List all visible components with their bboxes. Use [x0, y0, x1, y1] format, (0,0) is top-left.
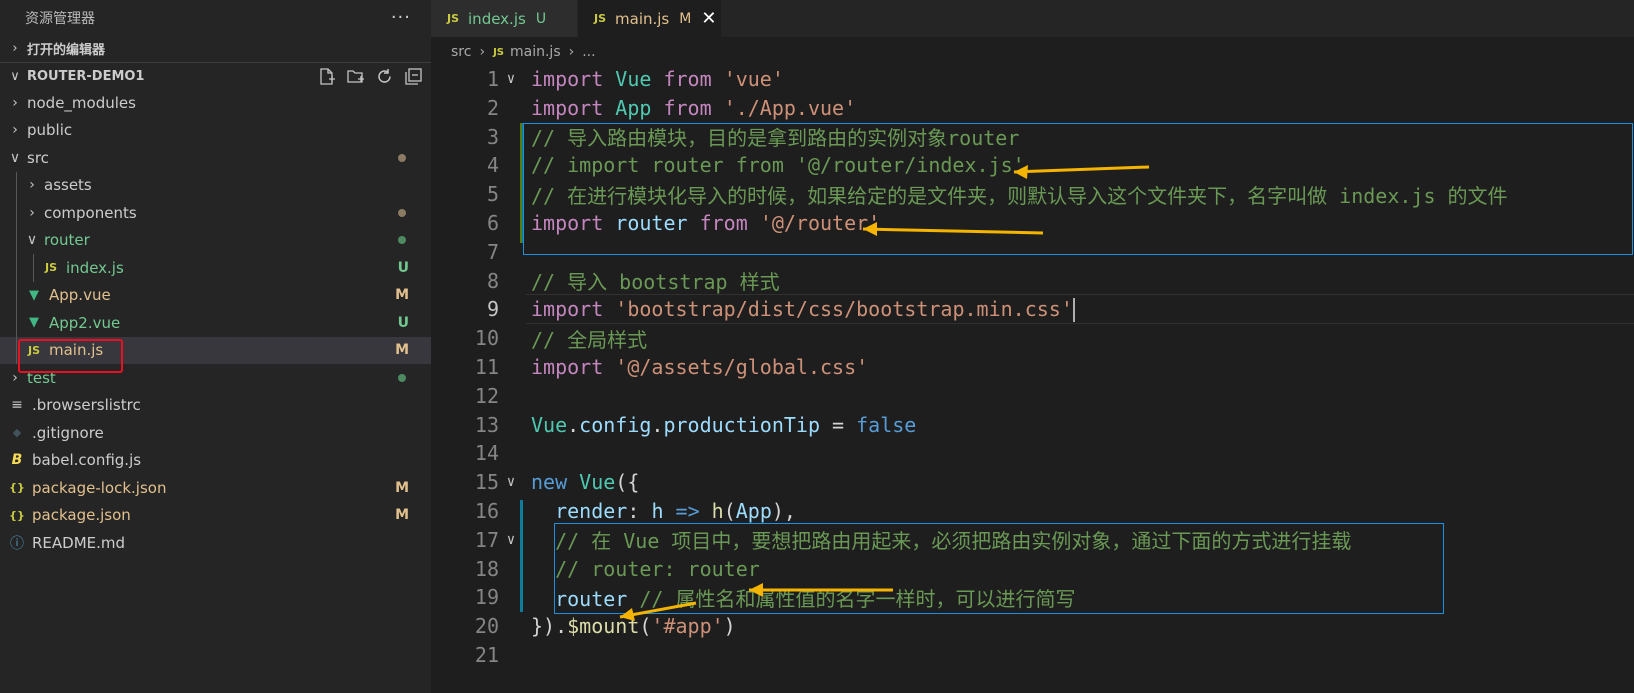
more-actions-icon[interactable]: ··· [391, 7, 411, 28]
explorer-header: 资源管理器 ··· [0, 0, 431, 35]
refresh-icon[interactable] [375, 67, 394, 86]
chevron-down-icon: ∨ [10, 68, 20, 84]
vue-file-icon: ▼ [29, 287, 39, 303]
babel-file-icon: B [11, 452, 23, 469]
info-file-icon: ⓘ [10, 535, 24, 552]
git-status-badge: U [397, 259, 409, 276]
tree-item-components[interactable]: › components [0, 199, 431, 227]
git-file-icon: ◆ [12, 426, 22, 440]
chevron-right-icon: › [12, 122, 18, 139]
tree-item-label: src [27, 148, 49, 167]
open-editors-section[interactable]: › 打开的编辑器 [0, 35, 431, 62]
text-file-icon: ≡ [11, 397, 23, 414]
tree-item-browserslistrc[interactable]: ≡ .browserslistrc [0, 392, 431, 420]
tree-item-app-vue[interactable]: ▼ App.vue M [0, 282, 431, 310]
tree-item-babel-config-js[interactable]: Bbabel.config.js [0, 447, 431, 475]
git-status-badge: M [395, 342, 409, 359]
arrow-line-19 [619, 601, 697, 621]
tree-item-app2-vue[interactable]: ▼ App2.vue U [0, 309, 431, 337]
tree-item-label: router [44, 231, 90, 250]
tree-item-label: components [44, 203, 137, 222]
git-status-badge: U [397, 314, 409, 331]
tree-item-label: .gitignore [32, 423, 104, 442]
tree-item-label: package-lock.json [32, 478, 167, 497]
tree-item-label: .browserslistrc [32, 396, 141, 415]
tree-item-label: App.vue [49, 286, 111, 305]
tree-item-label: README.md [32, 533, 126, 552]
tree-item-public[interactable]: › public [0, 117, 431, 145]
editor-area: JS index.js U JS main.js M ✕ src › JS ma… [431, 0, 1634, 693]
new-folder-icon[interactable] [346, 67, 365, 86]
tree-item-gitignore[interactable]: ◆ .gitignore [0, 419, 431, 447]
json-file-icon: {} [9, 508, 25, 522]
json-file-icon: {} [9, 481, 25, 495]
tree-item-label: assets [44, 176, 92, 195]
tree-item-label: package.json [32, 506, 131, 525]
annotation-arrows [619, 165, 1150, 621]
tree-item-src[interactable]: ∨ src [0, 144, 431, 172]
git-status-dot [398, 236, 406, 245]
open-editors-label: 打开的编辑器 [27, 43, 106, 58]
js-file-icon: JS [44, 261, 57, 275]
arrow-line-4 [1013, 165, 1150, 179]
git-status-dot [398, 153, 406, 162]
git-status-dot [398, 208, 406, 217]
file-tree: › node_modules › public ∨ src › assets › componen… [0, 89, 431, 557]
collapse-all-icon[interactable] [404, 67, 423, 86]
explorer-title: 资源管理器 [25, 10, 95, 27]
tree-item-router[interactable]: ∨ router [0, 227, 431, 255]
chevron-down-icon: ∨ [26, 232, 38, 249]
tree-item-index-js[interactable]: JS index.js U [0, 254, 431, 282]
selection-highlight-box [18, 339, 123, 373]
tree-item-package-lock-json[interactable]: {} package-lock.json M [0, 474, 431, 502]
explorer-sidebar: 资源管理器 ··· › 打开的编辑器 ∨ ROUTER-DEMO1 › node_… [0, 0, 431, 693]
git-status-dot [398, 373, 406, 382]
new-file-icon[interactable] [317, 67, 336, 86]
tree-item-assets[interactable]: › assets [0, 172, 431, 200]
vue-file-icon: ▼ [29, 315, 39, 331]
project-section[interactable]: ∨ ROUTER-DEMO1 [0, 62, 431, 89]
git-status-badge: M [395, 479, 409, 496]
git-status-badge: M [395, 287, 409, 304]
tree-item-label: index.js [66, 258, 124, 277]
indent-guide [16, 171, 17, 364]
chevron-right-icon: › [29, 177, 35, 194]
tree-item-node-modules[interactable]: › node_modules [0, 89, 431, 117]
tree-item-package-json[interactable]: {} package.json M [0, 502, 431, 530]
chevron-down-icon: ∨ [9, 149, 21, 166]
tree-item-readme-md[interactable]: ⓘ README.md [0, 529, 431, 557]
tree-item-label: public [27, 121, 73, 140]
tree-item-label: node_modules [27, 93, 136, 112]
tree-item-label: App2.vue [49, 313, 121, 332]
explorer-actions [317, 67, 423, 86]
project-label: ROUTER-DEMO1 [27, 68, 145, 84]
arrow-line-18 [749, 583, 893, 597]
chevron-right-icon: › [12, 41, 18, 56]
git-status-badge: M [395, 507, 409, 524]
tree-item-label: babel.config.js [32, 451, 142, 470]
chevron-right-icon: › [12, 94, 18, 111]
arrow-line-6 [862, 222, 1044, 236]
indent-guide [33, 254, 34, 282]
chevron-right-icon: › [29, 204, 35, 221]
